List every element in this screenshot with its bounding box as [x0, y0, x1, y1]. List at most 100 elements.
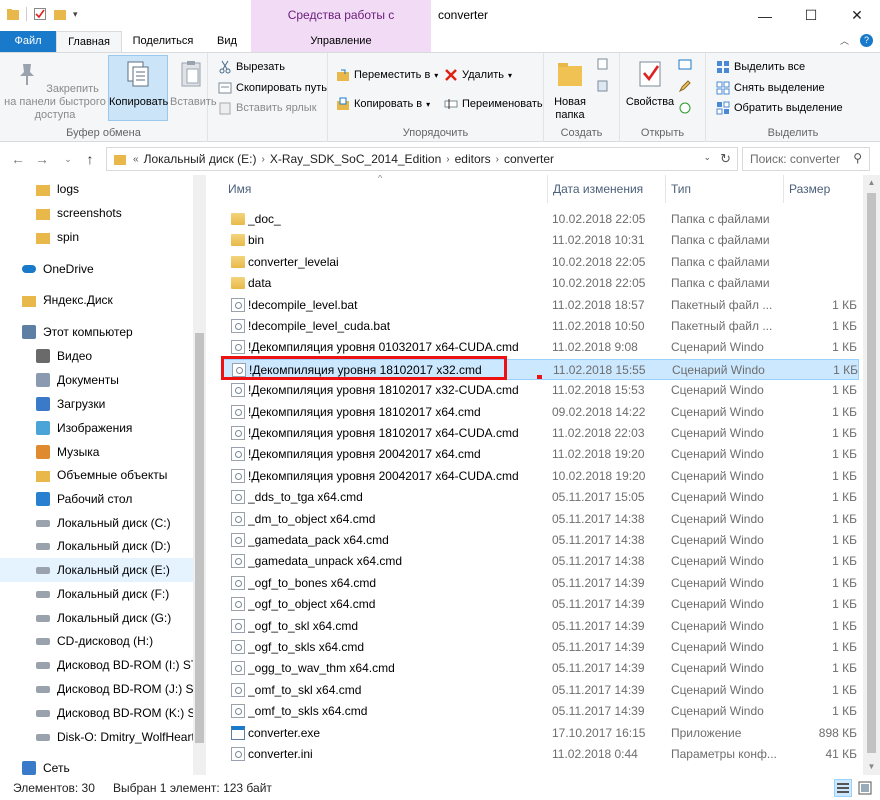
maximize-button[interactable]: ☐ — [788, 0, 834, 31]
search-input[interactable]: Поиск: converter ⚲ — [742, 147, 870, 171]
new-folder-icon[interactable] — [53, 7, 67, 21]
pin-quick-access-button[interactable]: Закрепить на панели быстрого доступа — [4, 56, 106, 122]
nav-item[interactable]: OneDrive — [0, 257, 193, 281]
cut-button[interactable]: Вырезать — [218, 57, 285, 77]
nav-item[interactable]: Локальный диск (F:) — [0, 582, 193, 606]
nav-item[interactable]: Объемные объекты — [0, 463, 193, 487]
scroll-up-arrow-icon[interactable]: ▲ — [863, 178, 880, 187]
nav-scrollbar[interactable] — [193, 175, 206, 775]
file-row[interactable]: _dm_to_object x64.cmd 05.11.2017 14:38 Сце… — [222, 509, 859, 530]
nav-item[interactable]: Загрузки — [0, 392, 193, 416]
back-arrow-icon[interactable]: ← — [8, 149, 28, 169]
nav-item[interactable]: Музыка — [0, 440, 193, 464]
file-row[interactable]: _gamedata_pack x64.cmd 05.11.2017 14:38 Сц… — [222, 530, 859, 551]
file-row[interactable]: !Декомпиляция уровня 18102017 x64.cmd 09.… — [222, 402, 859, 423]
file-row[interactable]: _doc_ 10.02.2018 22:05 Папка с файлами — [222, 209, 859, 230]
file-list-scrollbar-thumb[interactable] — [867, 193, 876, 753]
properties-button[interactable]: Свойства — [622, 56, 678, 109]
paste-button[interactable]: Вставить — [170, 56, 217, 109]
delete-button[interactable]: Удалить ▾ — [444, 65, 512, 85]
file-row[interactable]: !decompile_level_cuda.bat 11.02.2018 10:5… — [222, 316, 859, 337]
edit-icon[interactable] — [678, 79, 692, 93]
column-header-type[interactable]: Тип — [665, 175, 783, 203]
file-row[interactable]: !Декомпиляция уровня 18102017 x64-CUDA.c… — [222, 423, 859, 444]
file-row[interactable]: converter.exe 17.10.2017 16:15 Приложение 8… — [222, 723, 859, 744]
breadcrumb-separator-icon[interactable]: › — [261, 154, 264, 165]
nav-item[interactable]: logs — [0, 177, 193, 201]
open-icon[interactable] — [678, 57, 692, 71]
file-row[interactable]: _ogf_to_skls x64.cmd 05.11.2017 14:39 Сцен… — [222, 637, 859, 658]
nav-item[interactable]: Локальный диск (D:) — [0, 534, 193, 558]
file-row[interactable]: _dds_to_tga x64.cmd 05.11.2017 15:05 Сцена… — [222, 487, 859, 508]
tab-share[interactable]: Поделиться — [122, 31, 204, 52]
file-row[interactable]: data 10.02.2018 22:05 Папка с файлами — [222, 273, 859, 294]
nav-item[interactable]: Дисковод BD-ROM (K:) ST — [0, 701, 193, 725]
invert-selection-button[interactable]: Обратить выделение — [716, 98, 843, 118]
folder-icon[interactable] — [6, 7, 20, 21]
paste-shortcut-button[interactable]: Вставить ярлык — [218, 98, 317, 118]
file-row[interactable]: converter_levelai 10.02.2018 22:05 Папка с… — [222, 252, 859, 273]
file-row[interactable]: !Декомпиляция уровня 20042017 x64.cmd 11.… — [222, 444, 859, 465]
tab-file[interactable]: Файл — [0, 31, 56, 52]
easy-access-icon[interactable] — [596, 79, 610, 93]
nav-item[interactable]: Disk-O: Dmitry_WolfHeart( — [0, 725, 193, 749]
help-icon[interactable]: ? — [860, 34, 873, 47]
nav-item[interactable]: Дисковод BD-ROM (I:) STA — [0, 653, 193, 677]
search-icon[interactable]: ⚲ — [853, 151, 862, 165]
file-row[interactable]: !Декомпиляция уровня 18102017 x32-CUDA.c… — [222, 380, 859, 401]
tab-home[interactable]: Главная — [56, 31, 122, 52]
file-row[interactable]: _omf_to_skls x64.cmd 05.11.2017 14:39 Сцен… — [222, 701, 859, 722]
nav-item[interactable]: Этот компьютер — [0, 320, 193, 344]
breadcrumb-separator-icon[interactable]: › — [446, 154, 449, 165]
recent-locations-icon[interactable]: ⌄ — [58, 149, 78, 169]
up-arrow-icon[interactable]: ↑ — [80, 149, 100, 169]
file-row[interactable]: _ogf_to_skl x64.cmd 05.11.2017 14:39 Сцена… — [222, 616, 859, 637]
breadcrumb-item[interactable]: X-Ray_SDK_SoC_2014_Edition — [270, 152, 441, 166]
refresh-icon[interactable]: ↻ — [720, 151, 731, 167]
copy-path-button[interactable]: Скопировать путь — [218, 78, 327, 98]
nav-item[interactable]: Дисковод BD-ROM (J:) STA — [0, 677, 193, 701]
nav-item[interactable]: Сеть — [0, 756, 193, 775]
nav-item[interactable]: Видео — [0, 344, 193, 368]
large-icons-view-icon[interactable] — [856, 779, 874, 797]
column-header-name[interactable]: Имя — [222, 175, 547, 203]
nav-item[interactable]: Документы — [0, 368, 193, 392]
details-view-icon[interactable] — [834, 779, 852, 797]
history-icon[interactable] — [678, 101, 692, 115]
collapse-ribbon-icon[interactable]: ︿ — [840, 34, 849, 47]
minimize-button[interactable]: — — [742, 0, 788, 31]
file-row[interactable]: _gamedata_unpack x64.cmd 05.11.2017 14:38… — [222, 551, 859, 572]
nav-scrollbar-thumb[interactable] — [195, 333, 204, 743]
rename-button[interactable]: Переименовать — [444, 94, 543, 114]
file-list-scrollbar[interactable]: ▲ ▼ — [863, 175, 880, 775]
nav-item[interactable]: screenshots — [0, 201, 193, 225]
tab-view[interactable]: Вид — [204, 31, 250, 52]
address-bar[interactable]: « Локальный диск (E:) › X-Ray_SDK_SoC_20… — [106, 147, 738, 171]
forward-arrow-icon[interactable]: → — [32, 149, 52, 169]
select-all-button[interactable]: Выделить все — [716, 57, 805, 77]
nav-item[interactable]: spin — [0, 225, 193, 249]
properties-icon[interactable] — [33, 7, 47, 21]
move-to-button[interactable]: Переместить в ▾ — [336, 65, 438, 85]
breadcrumb-item[interactable]: editors — [455, 152, 491, 166]
file-row[interactable]: _omf_to_skl x64.cmd 05.11.2017 14:39 Сцена… — [222, 680, 859, 701]
column-header-size[interactable]: Размер — [783, 175, 859, 203]
breadcrumb-item[interactable]: Локальный диск (E:) — [144, 152, 257, 166]
file-row[interactable]: !decompile_level.bat 11.02.2018 18:57 Паке… — [222, 295, 859, 316]
file-row[interactable]: _ogg_to_wav_thm x64.cmd 05.11.2017 14:39 С… — [222, 658, 859, 679]
close-button[interactable]: ✕ — [834, 0, 880, 31]
column-header-date[interactable]: Дата изменения — [547, 175, 666, 203]
qat-dropdown-icon[interactable]: ▾ — [73, 9, 78, 20]
nav-item[interactable]: Локальный диск (G:) — [0, 606, 193, 630]
nav-item[interactable]: Рабочий стол — [0, 487, 193, 511]
nav-item[interactable]: CD-дисковод (H:) — [0, 629, 193, 653]
file-row[interactable]: _ogf_to_object x64.cmd 05.11.2017 14:39 Сц… — [222, 594, 859, 615]
tab-manage[interactable]: Управление — [251, 31, 431, 52]
file-row[interactable]: bin 11.02.2018 10:31 Папка с файлами — [222, 230, 859, 251]
copy-to-button[interactable]: Копировать в ▾ — [336, 94, 430, 114]
nav-item[interactable]: Локальный диск (E:) — [0, 558, 193, 582]
copy-button[interactable]: Копировать — [108, 55, 168, 121]
select-none-button[interactable]: Снять выделение — [716, 78, 825, 98]
breadcrumb-separator-icon[interactable]: › — [496, 154, 499, 165]
new-folder-button[interactable]: Новая папка — [548, 56, 592, 122]
